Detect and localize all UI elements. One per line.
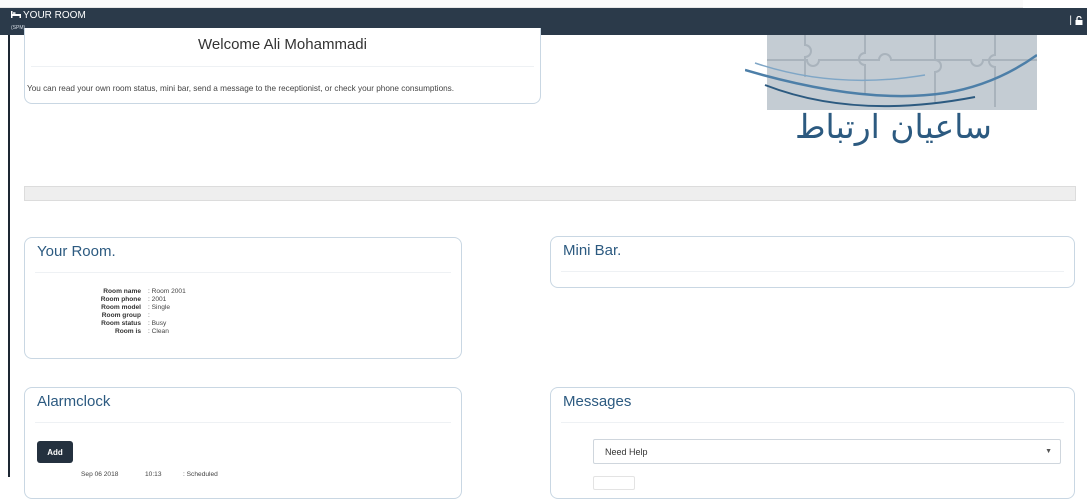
room-field-value: : Single <box>148 304 170 311</box>
table-row: Room group: <box>67 312 188 320</box>
minibar-panel-title: Mini Bar. <box>563 242 622 259</box>
room-panel-title: Your Room. <box>37 243 116 260</box>
navbar-separator: | <box>1069 15 1072 26</box>
bed-icon <box>11 11 21 18</box>
unlock-icon[interactable] <box>1075 16 1083 25</box>
room-field-value: : Busy <box>148 320 167 327</box>
message-type-select[interactable]: Need Help ▼ <box>593 439 1061 464</box>
room-info-table: Room name : Room 2001 Room phone : 2001 Ro… <box>67 288 188 336</box>
message-type-value: Need Help <box>605 447 648 457</box>
divider <box>35 422 451 423</box>
welcome-heading: Welcome Ali Mohammadi <box>198 36 367 53</box>
messages-panel-title: Messages <box>563 393 632 410</box>
welcome-card: Welcome Ali Mohammadi You can read your … <box>24 28 541 104</box>
navbar-right: | <box>1069 15 1083 26</box>
navbar-title: YOUR ROOM <box>23 10 86 21</box>
loading-bar <box>24 186 1076 201</box>
room-field-value: : Clean <box>148 328 169 335</box>
alarmclock-panel-title: Alarmclock <box>37 393 111 410</box>
logo-text: ساعیان ارتباط <box>795 107 992 146</box>
navbar-brand[interactable]: YOUR ROOM (SPM) <box>11 10 86 31</box>
room-field-label: Room status <box>101 320 141 327</box>
divider <box>561 422 1064 423</box>
message-secondary-control[interactable] <box>593 476 635 490</box>
chevron-down-icon: ▼ <box>1045 448 1052 455</box>
room-field-value: : <box>148 312 150 319</box>
room-field-value: : 2001 <box>148 296 167 303</box>
left-frame-border <box>8 35 10 477</box>
table-row: Room status : Busy <box>67 320 188 328</box>
room-field-label: Room model <box>101 304 141 311</box>
divider <box>35 272 451 273</box>
table-row: Room name : Room 2001 <box>67 288 188 296</box>
minibar-panel: Mini Bar. <box>550 236 1075 288</box>
alarmclock-panel: Alarmclock Add Sep 06 2018 10:13: Schedul… <box>24 387 462 499</box>
browser-top-strip <box>0 0 1023 8</box>
messages-panel: Messages Need Help ▼ <box>550 387 1075 499</box>
welcome-description: You can read your own room status, mini … <box>27 84 455 93</box>
divider <box>561 271 1064 272</box>
room-field-label: Room phone <box>100 296 141 303</box>
room-field-value: : Room 2001 <box>148 288 186 295</box>
table-row: Room is : Clean <box>67 328 188 336</box>
room-field-label: Room group <box>101 312 141 319</box>
add-alarm-button[interactable]: Add <box>37 441 73 463</box>
divider <box>31 66 534 67</box>
room-field-label: Room name <box>103 288 141 295</box>
room-panel: Your Room. Room name : Room 2001 Room pho… <box>24 237 462 359</box>
room-field-label: Room is <box>114 328 141 335</box>
table-row: Room phone : 2001 <box>67 296 188 304</box>
table-row: Room model : Single <box>67 304 188 312</box>
